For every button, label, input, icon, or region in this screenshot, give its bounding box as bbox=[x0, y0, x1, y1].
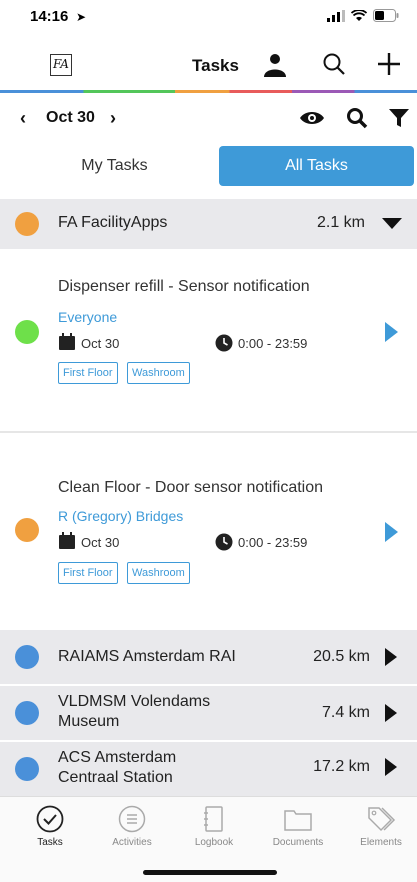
add-icon[interactable] bbox=[376, 51, 402, 77]
task-status-dot bbox=[15, 518, 39, 542]
tag-washroom[interactable]: Washroom bbox=[127, 362, 190, 384]
tag-first-floor[interactable]: First Floor bbox=[58, 562, 118, 584]
expand-arrow-icon[interactable] bbox=[385, 758, 398, 776]
home-indicator bbox=[143, 870, 277, 875]
task-title: Dispenser refill - Sensor notification bbox=[58, 278, 310, 295]
filter-icon[interactable] bbox=[388, 107, 410, 129]
tab-label: Logbook bbox=[194, 837, 234, 848]
color-strip bbox=[0, 90, 417, 93]
date-bar: ‹ Oct 30 › bbox=[0, 94, 417, 142]
calendar-icon bbox=[59, 532, 75, 549]
clock-icon bbox=[215, 533, 233, 551]
tab-elements[interactable]: Elements bbox=[345, 805, 417, 848]
task-item[interactable]: Clean Floor - Door sensor notification R… bbox=[0, 433, 417, 629]
task-time: 0:00 - 23:59 bbox=[238, 535, 308, 550]
tab-label: Activities bbox=[112, 837, 152, 848]
location-group-header[interactable]: ACS Amsterdam Centraal Station 17.2 km bbox=[0, 742, 417, 796]
task-item[interactable]: Dispenser refill - Sensor notification E… bbox=[0, 249, 417, 431]
expand-arrow-icon[interactable] bbox=[385, 704, 398, 722]
tags-icon bbox=[368, 807, 396, 832]
app-bar: FA Tasks bbox=[0, 40, 417, 92]
battery-icon bbox=[373, 9, 399, 22]
tab-documents[interactable]: Documents bbox=[262, 805, 334, 848]
notebook-icon bbox=[204, 806, 223, 832]
location-distance: 2.1 km bbox=[316, 214, 365, 231]
wifi-icon bbox=[351, 9, 367, 21]
search-icon[interactable] bbox=[322, 52, 346, 76]
page-title: Tasks bbox=[192, 56, 239, 75]
chevron-right-icon[interactable] bbox=[385, 322, 399, 342]
task-date: Oct 30 bbox=[81, 336, 120, 351]
list-icon bbox=[118, 805, 146, 833]
next-day-button[interactable]: › bbox=[110, 108, 116, 129]
tab-logbook[interactable]: Logbook bbox=[178, 805, 250, 848]
location-status-dot bbox=[15, 757, 39, 781]
tab-label: Elements bbox=[360, 837, 402, 848]
tab-activities[interactable]: Activities bbox=[96, 805, 168, 848]
collapse-arrow-icon[interactable] bbox=[382, 218, 402, 230]
tab-my-tasks[interactable]: My Tasks bbox=[17, 146, 212, 186]
location-name: FA FacilityApps bbox=[58, 214, 168, 231]
facilityapps-logo[interactable]: FA bbox=[50, 54, 72, 76]
tag-washroom[interactable]: Washroom bbox=[127, 562, 190, 584]
location-name-line-2: Museum bbox=[58, 713, 120, 730]
status-bar: 14:16 ➤ bbox=[0, 0, 417, 40]
location-status-dot bbox=[15, 212, 39, 236]
location-status-dot bbox=[15, 645, 39, 669]
current-date[interactable]: Oct 30 bbox=[46, 109, 95, 127]
tab-label: Tasks bbox=[37, 837, 63, 848]
location-group-header[interactable]: RAIAMS Amsterdam RAI 20.5 km bbox=[0, 630, 417, 684]
task-assignee[interactable]: Everyone bbox=[58, 309, 117, 325]
signal-icon bbox=[327, 9, 345, 22]
eye-icon[interactable] bbox=[299, 108, 325, 128]
calendar-icon bbox=[59, 333, 75, 350]
location-status-dot bbox=[15, 701, 39, 725]
expand-arrow-icon[interactable] bbox=[385, 648, 398, 666]
task-time: 0:00 - 23:59 bbox=[238, 336, 308, 351]
tab-label: Documents bbox=[272, 837, 324, 848]
previous-day-button[interactable]: ‹ bbox=[20, 108, 26, 129]
task-date: Oct 30 bbox=[81, 535, 120, 550]
location-name-line-1: VLDMSM Volendams bbox=[58, 693, 211, 710]
location-name: RAIAMS Amsterdam RAI bbox=[58, 648, 236, 665]
clock-icon bbox=[215, 334, 233, 352]
user-icon[interactable] bbox=[263, 53, 287, 77]
status-icons bbox=[327, 9, 399, 22]
location-name-line-2: Centraal Station bbox=[58, 769, 173, 786]
task-assignee[interactable]: R (Gregory) Bridges bbox=[58, 508, 183, 524]
check-circle-icon bbox=[36, 805, 64, 833]
status-time: 14:16 bbox=[30, 8, 69, 25]
location-arrow-icon: ➤ bbox=[76, 10, 87, 24]
location-name-line-1: ACS Amsterdam bbox=[58, 749, 177, 766]
location-distance: 20.5 km bbox=[313, 648, 370, 665]
task-title: Clean Floor - Door sensor notification bbox=[58, 479, 324, 496]
tab-tasks[interactable]: Tasks bbox=[14, 805, 86, 848]
location-distance: 7.4 km bbox=[321, 704, 370, 721]
location-distance: 17.2 km bbox=[313, 758, 370, 775]
task-status-dot bbox=[15, 320, 39, 344]
tab-all-tasks[interactable]: All Tasks bbox=[219, 146, 414, 186]
location-group-header[interactable]: FA FacilityApps 2.1 km bbox=[0, 199, 417, 249]
location-group-header[interactable]: VLDMSM Volendams Museum 7.4 km bbox=[0, 686, 417, 740]
chevron-right-icon[interactable] bbox=[385, 522, 399, 542]
date-search-icon[interactable] bbox=[346, 107, 368, 129]
folder-icon bbox=[284, 810, 312, 831]
tag-first-floor[interactable]: First Floor bbox=[58, 362, 118, 384]
